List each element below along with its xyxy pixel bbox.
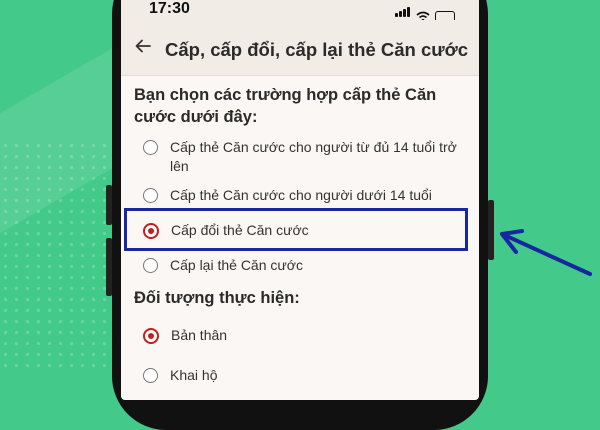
option-under-14[interactable]: Cấp thẻ Căn cước cho người dưới 14 tuổi: [143, 186, 432, 205]
page-title: Cấp, cấp đổi, cấp lại thẻ Căn cước: [165, 39, 469, 60]
option-label: Khai hộ: [170, 367, 218, 383]
radio-button[interactable]: [143, 140, 158, 155]
radio-button[interactable]: [143, 188, 158, 203]
radio-button[interactable]: [143, 368, 158, 383]
phone-side-button-left-lower: [106, 238, 112, 296]
option-reissue[interactable]: Cấp lại thẻ Căn cước: [143, 256, 303, 275]
radio-button-selected[interactable]: [143, 328, 159, 344]
option-label: Cấp thẻ Căn cước cho người từ đủ 14 tuổi…: [170, 139, 457, 174]
radio-button[interactable]: [143, 258, 158, 273]
option-label: Cấp thẻ Căn cước cho người dưới 14 tuổi: [170, 187, 432, 203]
option-on-behalf[interactable]: Khai hộ: [143, 366, 217, 385]
phone-side-button-left: [106, 185, 112, 225]
option-self[interactable]: Bản thân: [143, 326, 227, 345]
status-bar: 17:30: [121, 0, 479, 22]
app-header: Cấp, cấp đổi, cấp lại thẻ Căn cước: [121, 20, 479, 76]
highlight-annotation-box: [124, 208, 468, 251]
option-over-14[interactable]: Cấp thẻ Căn cước cho người từ đủ 14 tuổi…: [143, 138, 463, 176]
performer-label: Đối tượng thực hiện:: [134, 289, 300, 307]
status-time: 17:30: [149, 0, 190, 17]
option-label: Cấp lại thẻ Căn cước: [170, 257, 303, 273]
arrow-left-icon[interactable]: [133, 36, 153, 56]
background-dot-pattern: [0, 140, 110, 370]
option-label: Bản thân: [171, 327, 228, 343]
app-screen: 17:30 Cấp, cấp đổi, cấp lại thẻ Căn cước…: [121, 0, 479, 400]
question-text: Bạn chọn các trường hợp cấp thẻ Căn cước…: [134, 86, 437, 126]
arrow-pointer-icon: [500, 229, 592, 276]
